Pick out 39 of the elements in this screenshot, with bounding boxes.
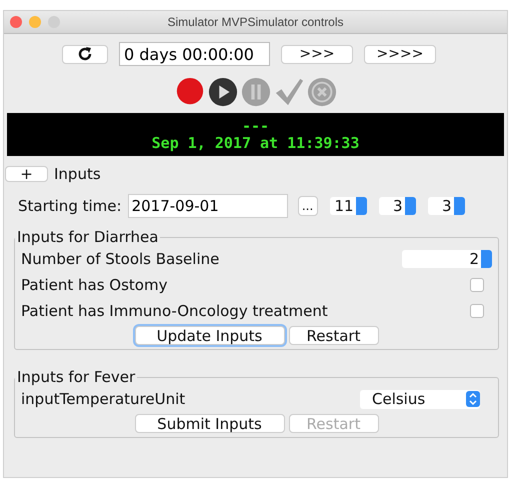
number-spinner[interactable]: 2 (402, 250, 492, 268)
date-time-text: Sep 1, 2017 at 11:39:33 (152, 134, 360, 152)
checkbox[interactable] (470, 278, 484, 292)
minute-spinner[interactable]: 3 (378, 197, 416, 215)
date-field[interactable]: 2017-09-01 (128, 194, 288, 218)
field-label: Patient has Immuno-Oncology treatment (21, 302, 328, 320)
zoom-button[interactable] (48, 16, 60, 28)
stepper-icon[interactable] (481, 250, 492, 268)
expand-button[interactable]: + (5, 166, 48, 182)
group-title: Inputs for Fever (16, 368, 136, 386)
fast-forward-button[interactable]: >>>> (364, 44, 436, 64)
section-label: Inputs (54, 165, 101, 183)
dropdown-icon (466, 391, 480, 407)
hour-spinner[interactable]: 11 (330, 197, 367, 215)
field-label: Starting time: (18, 197, 122, 215)
unit-dropdown[interactable]: Celsius (360, 390, 480, 408)
checkbox[interactable] (470, 304, 484, 318)
date-picker-button[interactable]: ... (298, 196, 318, 216)
close-button[interactable] (10, 16, 22, 28)
stepper-icon[interactable] (404, 197, 416, 215)
stepper-icon[interactable] (454, 197, 465, 215)
stepper-icon[interactable] (356, 197, 367, 215)
window-title: Simulator MVPSimulator controls (167, 15, 344, 29)
group-title: Inputs for Diarrhea (16, 228, 160, 246)
field-label: inputTemperatureUnit (21, 390, 186, 408)
apply-button[interactable]: Submit Inputs (134, 414, 284, 433)
record-button[interactable] (174, 77, 204, 107)
field-label: Patient has Ostomy (21, 276, 168, 294)
fast-forward-button[interactable]: >>> (281, 44, 353, 64)
refresh-icon (77, 46, 93, 62)
second-spinner[interactable]: 3 (428, 197, 465, 215)
refresh-button[interactable] (62, 44, 108, 64)
minimize-button[interactable] (29, 16, 41, 28)
elapsed-time-field[interactable]: 0 days 00:00:00 (119, 42, 270, 66)
play-button[interactable] (208, 77, 238, 107)
status-line: --- (242, 118, 270, 134)
restart-button[interactable]: Restart (288, 326, 378, 345)
apply-button[interactable]: Update Inputs (134, 326, 284, 345)
field-label: Number of Stools Baseline (21, 250, 220, 268)
